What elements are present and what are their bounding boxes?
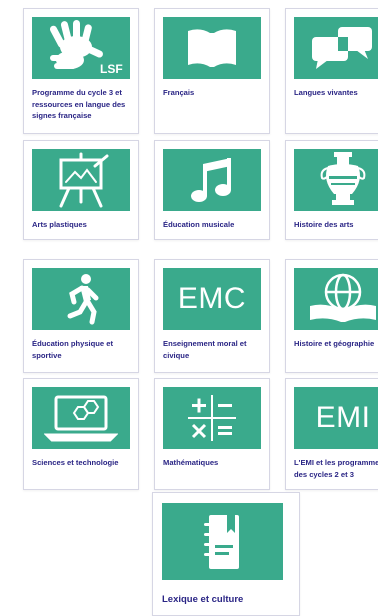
- subject-card-histoire-des-arts[interactable]: Histoire des arts: [285, 140, 378, 240]
- sign-language-icon: LSF: [49, 20, 123, 76]
- tile: [163, 387, 261, 449]
- card-label: Histoire des arts: [294, 220, 354, 229]
- subject-card-emi[interactable]: EMI L'EMI et les programmes des cycles 2…: [285, 378, 378, 490]
- card-label: Éducation musicale: [163, 220, 235, 229]
- open-book-icon: [188, 29, 236, 67]
- tile: [163, 149, 261, 211]
- tile: [294, 149, 378, 211]
- lsf-badge: LSF: [100, 62, 123, 76]
- card-label: Français: [163, 88, 195, 97]
- subject-card-mathematiques[interactable]: Mathématiques: [154, 378, 270, 490]
- tile: [32, 387, 130, 449]
- emc-text-icon: EMC: [177, 282, 247, 315]
- math-operators-icon: [188, 395, 236, 441]
- globe-book-icon: [310, 273, 376, 322]
- subject-card-francais[interactable]: Français: [154, 8, 270, 134]
- subject-card-lsf[interactable]: LSF Programme du cycle 3 et ressources e…: [23, 8, 139, 134]
- card-label: Arts plastiques: [32, 220, 87, 229]
- tile: [294, 17, 378, 79]
- tile: [162, 503, 283, 580]
- subject-card-arts-plastiques[interactable]: Arts plastiques: [23, 140, 139, 240]
- card-label: Enseignement moral et civique: [163, 339, 247, 360]
- amphora-icon: [320, 152, 366, 205]
- card-label: L'EMI et les programmes des cycles 2 et …: [294, 458, 378, 479]
- tile: EMC: [163, 268, 261, 330]
- tile: [294, 268, 378, 330]
- easel-icon: [59, 152, 109, 208]
- subject-card-sciences-technologie[interactable]: Sciences et technologie: [23, 378, 139, 490]
- subject-card-langues-vivantes[interactable]: Langues vivantes: [285, 8, 378, 134]
- card-label: Lexique et culture: [162, 594, 244, 605]
- subject-card-lexique-culture[interactable]: Lexique et culture: [152, 492, 300, 616]
- card-label: Histoire et géographie: [294, 339, 375, 348]
- tile: [32, 268, 130, 330]
- card-label: Sciences et technologie: [32, 458, 119, 467]
- card-label: Langues vivantes: [294, 88, 358, 97]
- card-label: Éducation physique et sportive: [32, 339, 114, 360]
- subject-card-emc[interactable]: EMC Enseignement moral et civique: [154, 259, 270, 373]
- tile: EMI: [294, 387, 378, 449]
- subject-card-histoire-geographie[interactable]: Histoire et géographie: [285, 259, 378, 373]
- subject-card-education-musicale[interactable]: Éducation musicale: [154, 140, 270, 240]
- music-note-icon: [191, 158, 231, 202]
- notebook-icon: [203, 514, 239, 569]
- tile: LSF: [32, 17, 130, 79]
- speech-bubbles-icon: [312, 27, 372, 69]
- tile: [163, 17, 261, 79]
- card-label: Mathématiques: [163, 458, 219, 467]
- laptop-molecule-icon: [44, 395, 118, 442]
- subject-card-eps[interactable]: Éducation physique et sportive: [23, 259, 139, 373]
- card-label: Programme du cycle 3 et ressources en la…: [32, 88, 126, 120]
- running-person-icon: [67, 274, 99, 325]
- emi-text-icon: EMI: [315, 401, 371, 434]
- tile: [32, 149, 130, 211]
